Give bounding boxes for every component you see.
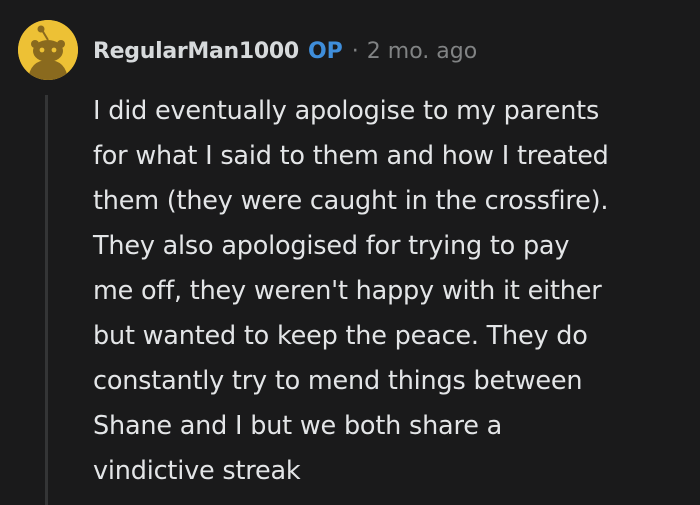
comment-body: I did eventually apologise to my parents… bbox=[93, 89, 693, 494]
meta-separator: · bbox=[351, 38, 359, 64]
comment-body-line: vindictive streak bbox=[93, 456, 301, 486]
op-badge: OP bbox=[307, 38, 343, 64]
comment-body-line: I did eventually apologise to my parents bbox=[93, 96, 600, 126]
comment-header: RegularMan1000 OP · 2 mo. ago bbox=[93, 34, 477, 68]
thread-collapse-line[interactable] bbox=[45, 95, 48, 505]
comment-body-line: for what I said to them and how I treate… bbox=[93, 141, 609, 171]
comment-timestamp[interactable]: 2 mo. ago bbox=[367, 39, 477, 64]
comment-body-line: me off, they weren't happy with it eithe… bbox=[93, 276, 602, 306]
snoo-avatar-icon[interactable] bbox=[18, 20, 78, 80]
comment-body-line: They also apologised for trying to pay bbox=[93, 231, 570, 261]
comment-body-line: Shane and I but we both share a bbox=[93, 411, 503, 441]
comment-body-line: constantly try to mend things between bbox=[93, 366, 583, 396]
username-link[interactable]: RegularMan1000 bbox=[93, 39, 299, 64]
comment-body-line: but wanted to keep the peace. They do bbox=[93, 321, 588, 351]
comment-body-line: them (they were caught in the crossfire)… bbox=[93, 186, 609, 216]
comment: RegularMan1000 OP · 2 mo. ago I did even… bbox=[0, 0, 700, 505]
